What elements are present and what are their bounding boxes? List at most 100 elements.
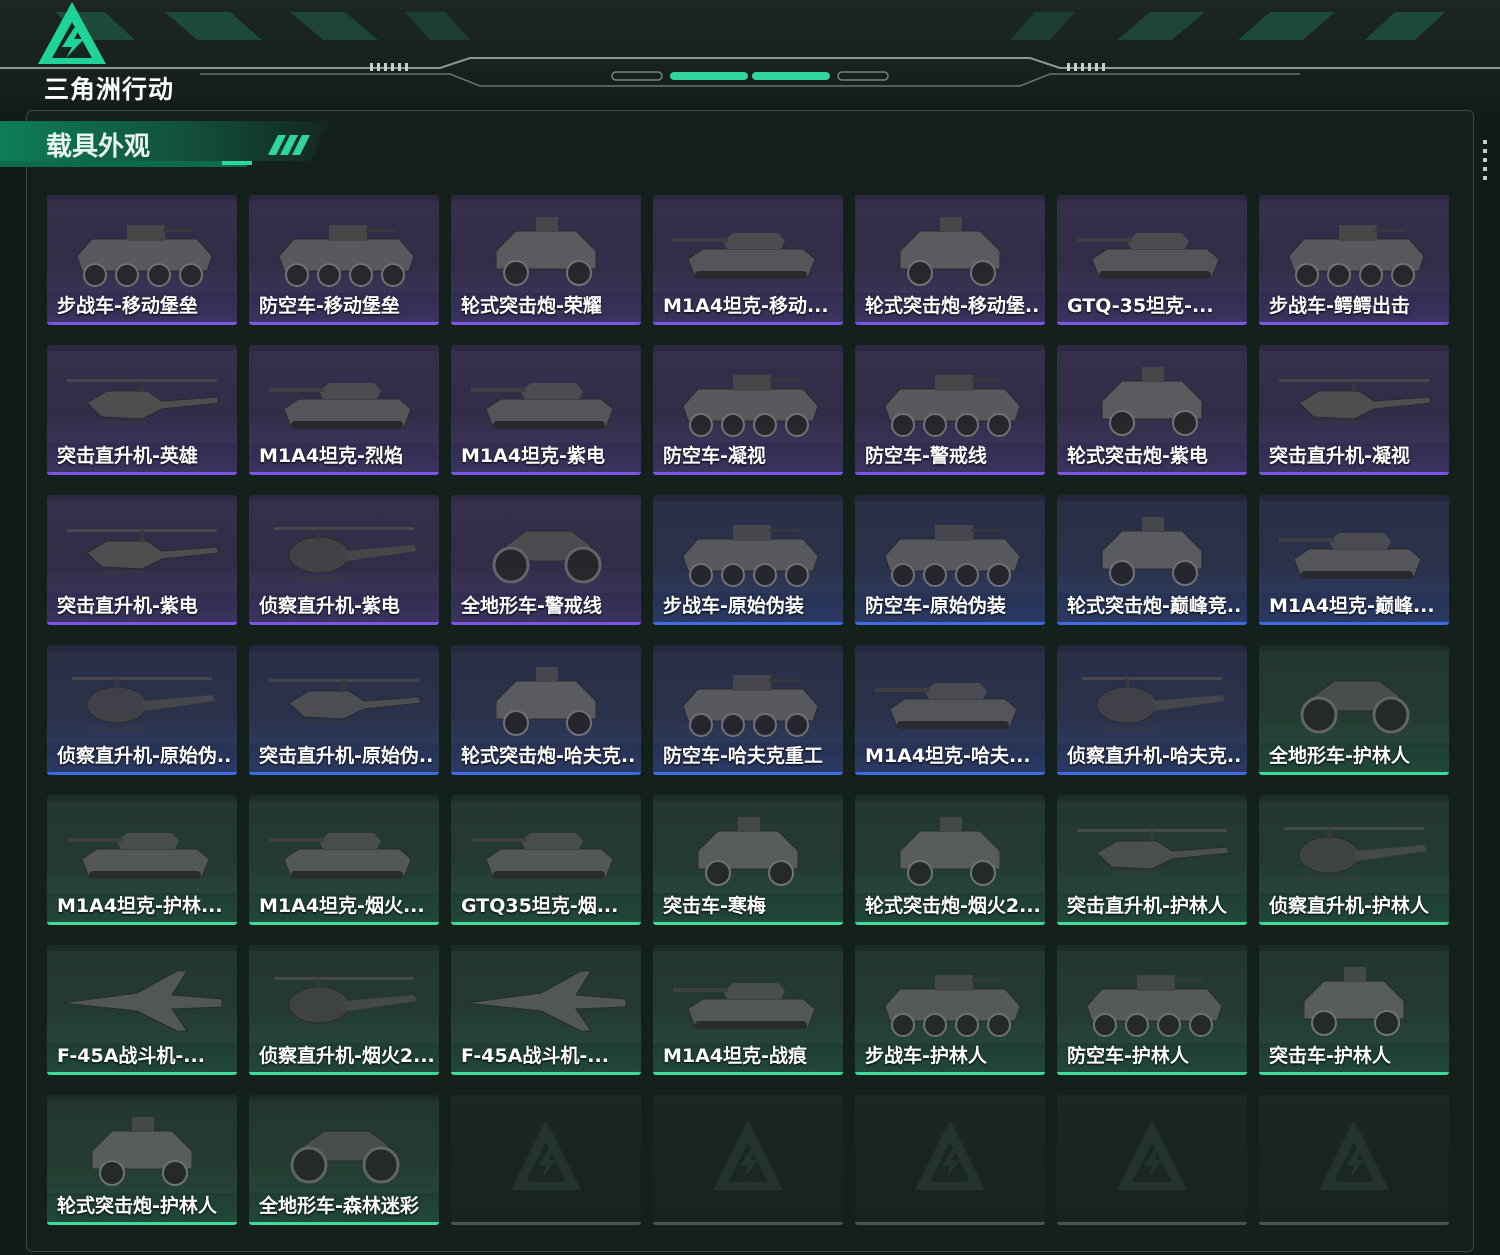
vehicle-skin-card[interactable]: 突击车-寒梅 (653, 795, 843, 925)
vehicle-skin-card[interactable]: 突击车-护林人 (1259, 945, 1449, 1075)
vehicle-image (451, 951, 641, 1043)
vehicle-skin-name: GTQ-35坦克-... (1067, 295, 1214, 317)
vehicle-skin-card[interactable]: F-45A战斗机-... (47, 945, 237, 1075)
vehicle-skin-card[interactable]: 防空车-凝视 (653, 345, 843, 475)
vehicle-skin-card[interactable]: 轮式突击炮-移动堡... (855, 195, 1045, 325)
vehicle-skin-card[interactable]: M1A4坦克-紫电 (451, 345, 641, 475)
vehicle-image (47, 351, 237, 443)
vehicle-skin-card[interactable]: F-45A战斗机-... (451, 945, 641, 1075)
vehicle-skin-card[interactable]: 突击直升机-护林人 (1057, 795, 1247, 925)
vehicle-skin-name: 防空车-护林人 (1067, 1045, 1189, 1067)
vehicle-skin-card[interactable]: M1A4坦克-哈夫... (855, 645, 1045, 775)
vehicle-image (1259, 801, 1449, 893)
vehicle-skin-card[interactable]: 侦察直升机-哈夫克... (1057, 645, 1247, 775)
vehicle-image (855, 201, 1045, 293)
vehicle-skin-card[interactable]: M1A4坦克-战痕 (653, 945, 843, 1075)
vehicle-skin-card[interactable]: 突击直升机-英雄 (47, 345, 237, 475)
vehicle-image (47, 201, 237, 293)
vehicle-skin-card[interactable]: 防空车-移动堡垒 (249, 195, 439, 325)
vehicle-image (1259, 951, 1449, 1043)
vehicle-skin-card[interactable]: 步战车-鳄鳄出击 (1259, 195, 1449, 325)
vehicle-skin-card[interactable]: 轮式突击炮-荣耀 (451, 195, 641, 325)
vehicle-skin-card[interactable]: 轮式突击炮-护林人 (47, 1095, 237, 1225)
logo-text: 三角洲行动 (44, 75, 175, 104)
vehicle-skin-name: 步战车-原始伪装 (663, 595, 804, 617)
vehicle-image (47, 801, 237, 893)
vehicle-skin-card[interactable]: 防空车-护林人 (1057, 945, 1247, 1075)
vehicle-skin-card[interactable]: 突击直升机-凝视 (1259, 345, 1449, 475)
vehicle-skin-name: 轮式突击炮-移动堡... (865, 295, 1039, 317)
vehicle-skin-name: 全地形车-警戒线 (461, 595, 602, 617)
vehicle-skin-card[interactable]: 轮式突击炮-巅峰竞... (1057, 495, 1247, 625)
vehicle-skin-name: 突击直升机-原始伪... (259, 745, 433, 767)
vehicle-image (653, 801, 843, 893)
vehicle-skin-card[interactable]: 突击直升机-原始伪... (249, 645, 439, 775)
vehicle-image (249, 801, 439, 893)
vehicle-image (855, 801, 1045, 893)
vehicle-image (1057, 951, 1247, 1043)
vehicle-image (47, 1101, 237, 1193)
vehicle-image (249, 951, 439, 1043)
vehicle-skin-name: 防空车-移动堡垒 (259, 295, 400, 317)
vehicle-skin-card[interactable]: 轮式突击炮-烟火2... (855, 795, 1045, 925)
vehicle-skin-card[interactable]: 侦察直升机-护林人 (1259, 795, 1449, 925)
vehicle-image (1057, 501, 1247, 593)
vehicle-skin-card[interactable]: 侦察直升机-紫电 (249, 495, 439, 625)
vehicle-skin-card[interactable]: 侦察直升机-烟火2... (249, 945, 439, 1075)
vehicle-skin-name: 突击车-寒梅 (663, 895, 766, 917)
vehicle-skin-card[interactable]: 轮式突击炮-哈夫克... (451, 645, 641, 775)
vehicle-skin-name: 步战车-护林人 (865, 1045, 987, 1067)
vehicle-image (249, 501, 439, 593)
vehicle-skin-card[interactable]: 全地形车-森林迷彩 (249, 1095, 439, 1225)
vehicle-skin-card[interactable]: GTQ35坦克-烟... (451, 795, 641, 925)
vehicle-skin-name: M1A4坦克-移动... (663, 295, 829, 317)
vehicle-image (1259, 351, 1449, 443)
vehicle-image (1259, 201, 1449, 293)
vehicle-skin-card[interactable]: M1A4坦克-移动... (653, 195, 843, 325)
vehicle-image (653, 651, 843, 743)
vehicle-image (249, 351, 439, 443)
vehicle-skin-card[interactable]: 侦察直升机-原始伪... (47, 645, 237, 775)
vehicle-skin-name: M1A4坦克-护林... (57, 895, 223, 917)
vehicle-skin-name: F-45A战斗机-... (461, 1045, 609, 1067)
vehicle-skin-card[interactable]: M1A4坦克-烈焰 (249, 345, 439, 475)
scroll-indicator[interactable] (1483, 140, 1487, 180)
vehicle-skin-card[interactable]: 防空车-哈夫克重工 (653, 645, 843, 775)
vehicle-skin-card[interactable]: 防空车-警戒线 (855, 345, 1045, 475)
vehicle-skin-card[interactable]: M1A4坦克-巅峰... (1259, 495, 1449, 625)
vehicle-skin-card[interactable]: GTQ-35坦克-... (1057, 195, 1247, 325)
vehicle-skin-name: F-45A战斗机-... (57, 1045, 205, 1067)
vehicle-skin-card[interactable]: 防空车-原始伪装 (855, 495, 1045, 625)
vehicle-skin-name: 轮式突击炮-巅峰竞... (1067, 595, 1241, 617)
vehicle-skin-card[interactable]: M1A4坦克-护林... (47, 795, 237, 925)
vehicle-skin-name: 侦察直升机-哈夫克... (1067, 745, 1241, 767)
vehicle-skin-name: 突击直升机-英雄 (57, 445, 198, 467)
vehicle-skin-name: M1A4坦克-烟火... (259, 895, 425, 917)
vehicle-skin-card[interactable]: 步战车-护林人 (855, 945, 1045, 1075)
vehicle-image (653, 501, 843, 593)
vehicle-skin-card[interactable]: 步战车-移动堡垒 (47, 195, 237, 325)
vehicle-skin-name: 突击直升机-凝视 (1269, 445, 1410, 467)
vehicle-image (1057, 351, 1247, 443)
vehicle-skin-name: 轮式突击炮-烟火2... (865, 895, 1039, 917)
vehicle-skin-card[interactable]: 轮式突击炮-紫电 (1057, 345, 1247, 475)
vehicle-skin-card[interactable]: 全地形车-护林人 (1259, 645, 1449, 775)
vehicle-skin-name: 轮式突击炮-荣耀 (461, 295, 602, 317)
vehicle-skin-name: 侦察直升机-原始伪... (57, 745, 231, 767)
placeholder-logo-icon (511, 1120, 581, 1190)
placeholder-logo-icon (713, 1120, 783, 1190)
vehicle-skin-name: M1A4坦克-战痕 (663, 1045, 807, 1067)
placeholder-logo-icon (1319, 1120, 1389, 1190)
vehicle-skin-name: 侦察直升机-烟火2... (259, 1045, 433, 1067)
page-title: 载具外观 (46, 132, 151, 162)
empty-slot (1259, 1095, 1449, 1225)
vehicle-skin-name: 侦察直升机-紫电 (259, 595, 400, 617)
vehicle-image (653, 951, 843, 1043)
vehicle-skin-card[interactable]: M1A4坦克-烟火... (249, 795, 439, 925)
vehicle-image (1057, 651, 1247, 743)
vehicle-image (653, 351, 843, 443)
vehicle-skin-card[interactable]: 全地形车-警戒线 (451, 495, 641, 625)
vehicle-skin-card[interactable]: 突击直升机-紫电 (47, 495, 237, 625)
vehicle-skin-card[interactable]: 步战车-原始伪装 (653, 495, 843, 625)
vehicle-skin-name: 全地形车-森林迷彩 (259, 1195, 419, 1217)
